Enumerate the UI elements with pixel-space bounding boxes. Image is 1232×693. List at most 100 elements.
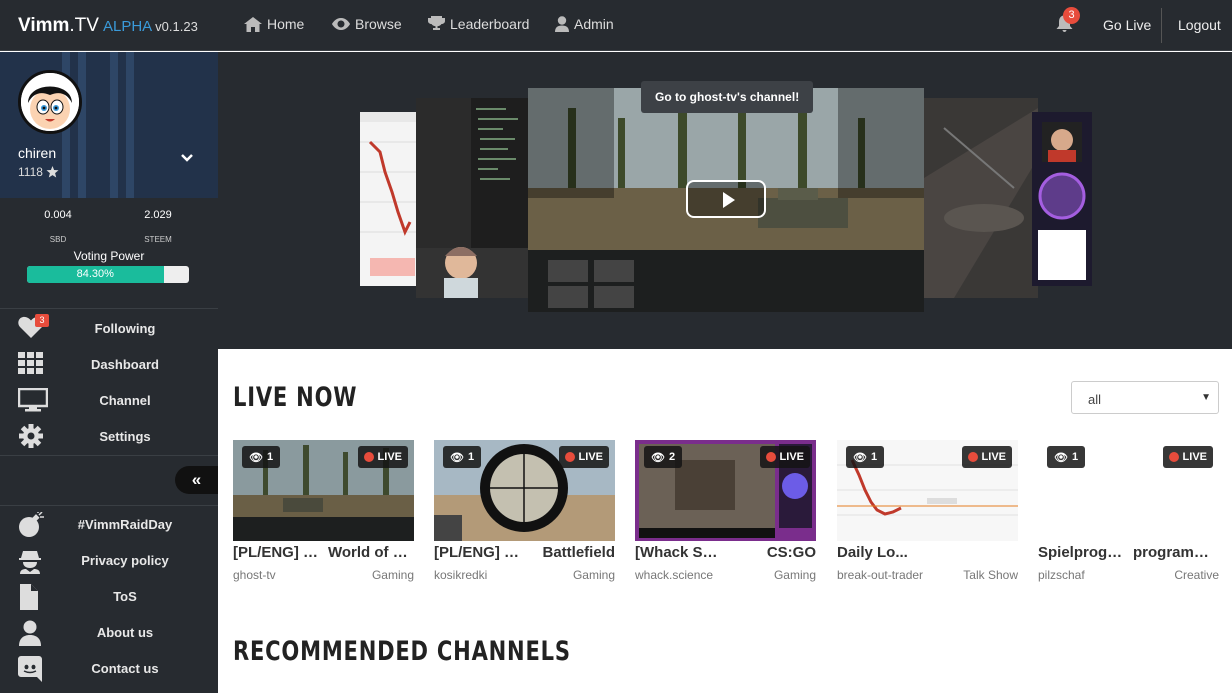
sbd-value: 0.004: [44, 209, 72, 221]
sidebar-item-label: Settings: [99, 428, 151, 444]
viewer-count: 👁 1: [443, 446, 482, 468]
live-badge: LIVE: [357, 446, 408, 468]
home-icon: [244, 16, 262, 32]
sidebar-item-following[interactable]: 3 Following: [0, 311, 218, 345]
sidebar-item-label: Following: [94, 320, 156, 336]
chevron-down-icon: [181, 154, 193, 162]
logout-link[interactable]: Logout: [1178, 17, 1221, 33]
stream-title[interactable]: [Whack Science]: [635, 544, 720, 561]
stream-card[interactable]: 👁1 LIVE [PL/ENG] World of Tanks World of…: [233, 440, 414, 585]
header-divider: [1161, 8, 1162, 43]
stream-card[interactable]: 👁1 LIVE Spielprogrammierung programming …: [1038, 440, 1219, 585]
document-icon: [18, 584, 44, 610]
hero-channel-tooltip[interactable]: Go to ghost-tv's channel!: [641, 81, 814, 113]
live-badge: LIVE: [961, 446, 1012, 468]
discord-icon: [18, 656, 44, 682]
stream-card[interactable]: 👁 1 LIVE Daily Lo... break-out-trader Tal…: [837, 440, 1018, 585]
carousel-thumb[interactable]: [924, 98, 1038, 298]
sidebar-item-tos[interactable]: ToS: [0, 579, 218, 613]
sidebar-item-settings[interactable]: Settings: [0, 419, 218, 453]
viewer-count: 👁 1: [846, 446, 885, 468]
stream-username[interactable]: ghost-tv: [233, 568, 323, 582]
viewer-count-value: 1: [870, 451, 878, 463]
stream-thumbnail[interactable]: 👁 1 LIVE: [1038, 440, 1219, 541]
sidebar-item-privacy[interactable]: Privacy policy: [0, 543, 218, 577]
heart-icon: 3: [18, 314, 49, 340]
stream-thumbnail[interactable]: 👁 1 LIVE: [233, 440, 414, 541]
stream-title[interactable]: Spielprogrammierung: [1038, 544, 1123, 561]
play-button[interactable]: [686, 180, 766, 218]
stream-thumbnail[interactable]: 👁 2 LIVE: [635, 440, 816, 541]
star-icon: [46, 166, 59, 178]
live-dot-icon: [967, 452, 978, 462]
sidebar-divider: [0, 455, 218, 456]
grid-icon: [18, 352, 44, 376]
following-count-badge: 3: [35, 314, 49, 327]
live-dot-icon: [564, 452, 575, 462]
stream-game[interactable]: programming: [1133, 544, 1219, 561]
collapse-sidebar-button[interactable]: «: [175, 466, 218, 494]
nav-leaderboard[interactable]: Leaderboard: [428, 16, 529, 32]
notifications-bell[interactable]: 3: [1056, 7, 1080, 37]
stream-title[interactable]: Daily Lo...: [837, 544, 922, 561]
go-live-link[interactable]: Go Live: [1103, 17, 1151, 33]
eye-icon: 👁: [651, 451, 665, 464]
stream-username[interactable]: whack.science: [635, 568, 725, 582]
live-badge: LIVE: [1162, 446, 1213, 468]
sidebar-item-label: Privacy policy: [81, 552, 169, 568]
stream-category[interactable]: Talk Show: [928, 568, 1018, 582]
stream-game[interactable]: CS:GO: [730, 544, 816, 561]
carousel-thumb[interactable]: [416, 98, 530, 298]
sidebar-item-raid-day[interactable]: #VimmRaidDay: [0, 507, 218, 541]
stream-category[interactable]: Gaming: [324, 568, 414, 582]
stream-card[interactable]: 👁1 LIVE [PL/ENG] Battlefield Battlefield…: [434, 440, 615, 585]
category-filter-select[interactable]: all ▼: [1071, 381, 1219, 414]
profile-bg-stripe: [126, 52, 134, 198]
profile-username[interactable]: chiren: [18, 145, 56, 161]
stream-category[interactable]: Gaming: [726, 568, 816, 582]
stream-category[interactable]: Gaming: [525, 568, 615, 582]
sidebar-item-label: Channel: [99, 392, 151, 408]
sidebar: chiren 1118 0.004 SBD 2.029 STEEM Voting…: [0, 52, 218, 693]
stream-card[interactable]: 👁2 LIVE [Whack Science] CS:GO whack.scie…: [635, 440, 816, 585]
gear-icon: [18, 424, 44, 448]
stream-title[interactable]: [PL/ENG] Battlefield: [434, 544, 519, 561]
sidebar-divider: [0, 308, 218, 309]
profile-bg-stripe: [110, 52, 118, 198]
viewer-count-value: 1: [1071, 451, 1079, 463]
stream-game[interactable]: Battlefield: [529, 544, 615, 561]
viewer-count: 👁 1: [1047, 446, 1086, 468]
stream-username[interactable]: break-out-trader: [837, 568, 927, 582]
sidebar-item-about[interactable]: About us: [0, 615, 218, 649]
top-navbar: Vimm.TV ALPHA v0.1.23 Home Browse Leaderbo…: [0, 0, 1232, 51]
eye-icon: [332, 18, 350, 30]
sbd-stat: 0.004 SBD: [28, 209, 88, 244]
stream-username[interactable]: pilzschaf: [1038, 568, 1128, 582]
stream-category[interactable]: Creative: [1129, 568, 1219, 582]
nav-home[interactable]: Home: [244, 16, 304, 32]
viewer-count: 👁 1: [242, 446, 281, 468]
nav-browse[interactable]: Browse: [332, 16, 402, 32]
sidebar-item-channel[interactable]: Channel: [0, 383, 218, 417]
nav-admin[interactable]: Admin: [555, 16, 614, 32]
stream-game[interactable]: World of Tanks: [328, 544, 414, 561]
sidebar-item-contact[interactable]: Contact us: [0, 651, 218, 685]
stream-thumbnail[interactable]: 👁 1 LIVE: [837, 440, 1018, 541]
stream-username[interactable]: kosikredki: [434, 568, 524, 582]
notification-count-badge: 3: [1063, 7, 1080, 24]
sidebar-item-dashboard[interactable]: Dashboard: [0, 347, 218, 381]
live-badge: LIVE: [759, 446, 810, 468]
stream-title[interactable]: [PL/ENG] World of Tanks: [233, 544, 318, 561]
stream-thumbnail[interactable]: 👁 1 LIVE: [434, 440, 615, 541]
profile-menu-chevron[interactable]: [181, 149, 193, 167]
eye-icon: 👁: [1054, 451, 1068, 464]
avatar[interactable]: [18, 70, 82, 134]
live-badge-label: LIVE: [981, 451, 1006, 463]
eye-icon: 👁: [450, 451, 464, 464]
carousel-thumb[interactable]: [1032, 112, 1092, 286]
nav-leaderboard-label: Leaderboard: [450, 16, 530, 32]
spy-icon: [18, 548, 44, 574]
app-logo[interactable]: Vimm.TV ALPHA v0.1.23: [18, 15, 198, 37]
carousel-thumb[interactable]: [360, 112, 420, 286]
logo-suffix: .TV: [69, 15, 99, 36]
